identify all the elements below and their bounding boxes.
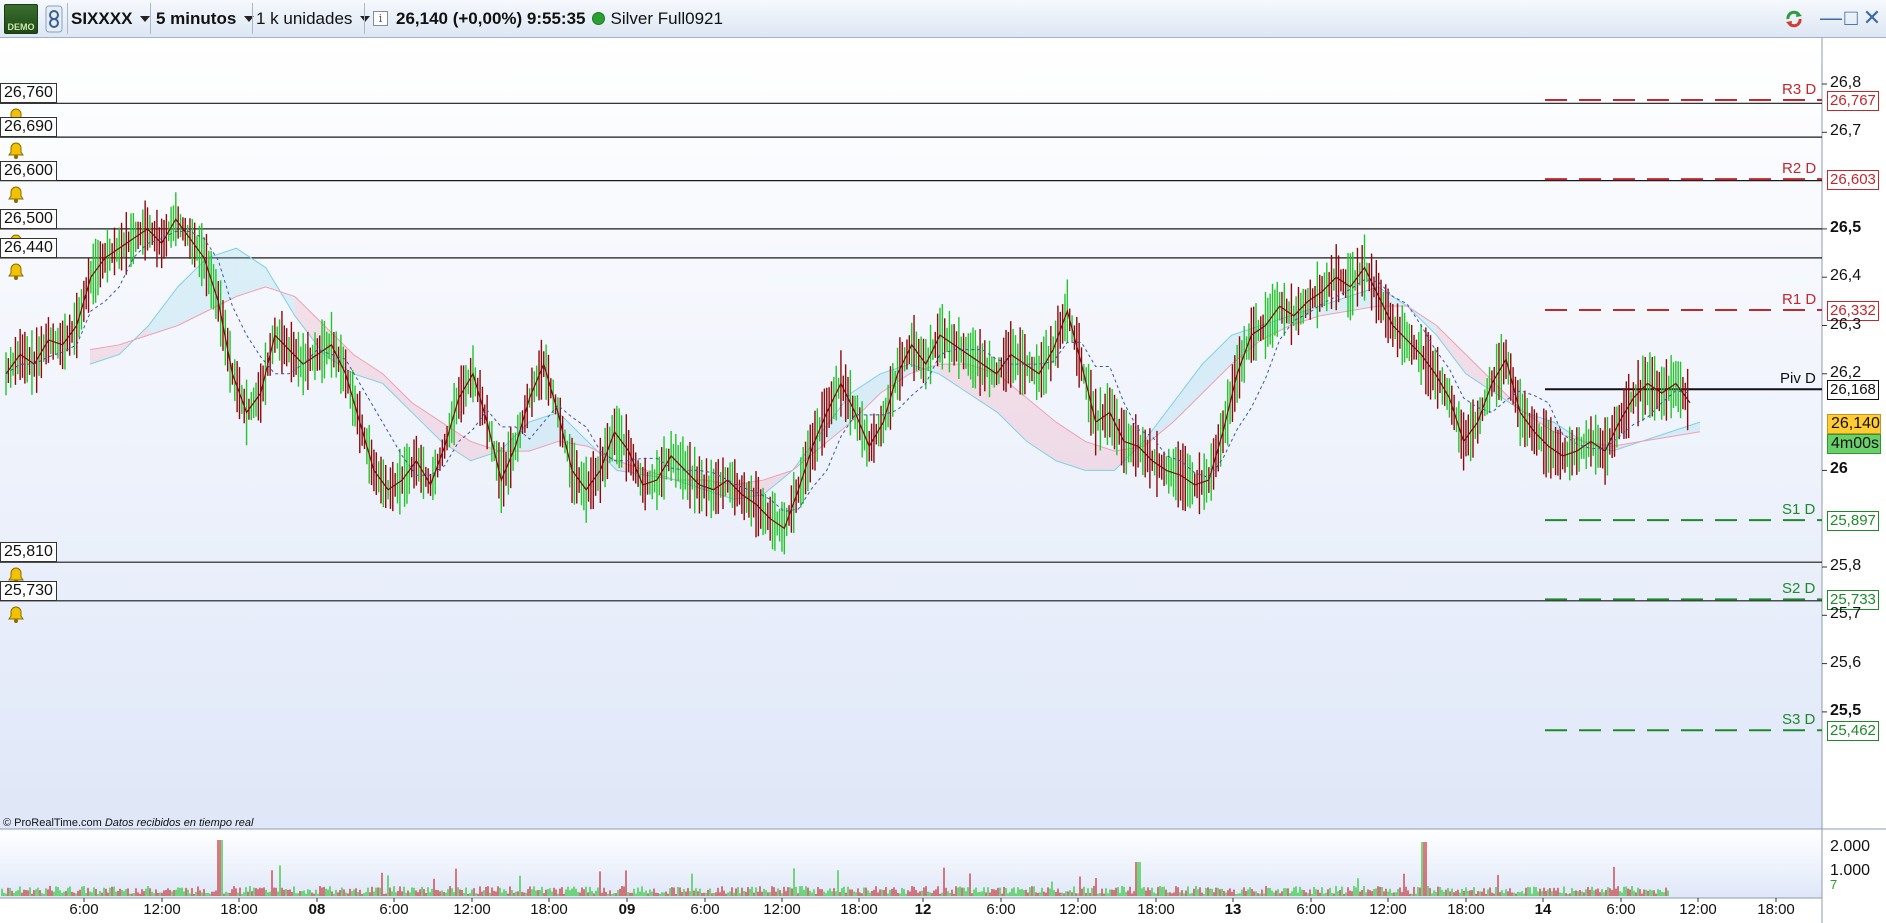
- pivot-value-label: 25,897: [1827, 511, 1879, 532]
- pivot-value-label: 26,603: [1827, 170, 1879, 191]
- y-axis-tick-label: 26,3: [1830, 315, 1862, 333]
- x-axis-tick-label: 6:00: [986, 901, 1016, 918]
- volume-background: [0, 830, 1822, 898]
- y-axis-tick-label: 26: [1830, 460, 1848, 478]
- x-axis-tick-label: 12:00: [763, 901, 801, 918]
- alert-bell-icon[interactable]: [5, 139, 27, 161]
- link-icon[interactable]: [44, 5, 64, 33]
- chevron-down-icon: [360, 15, 371, 22]
- timeframe-label: 5 minutos: [156, 8, 237, 28]
- units-selector[interactable]: 1 k unidades: [256, 3, 371, 34]
- pivot-name-label: S1 D: [1782, 501, 1816, 519]
- pivot-name-label: R3 D: [1782, 80, 1817, 98]
- alert-price-label[interactable]: 26,440: [0, 237, 57, 258]
- x-axis-tick-label: 18:00: [840, 901, 878, 918]
- y-axis-tick-label: 26,5: [1830, 218, 1862, 236]
- toolbar-separator: [67, 3, 68, 34]
- account-name: Silver Full0921: [610, 8, 723, 28]
- chevron-down-icon: [140, 15, 151, 22]
- alert-price-label[interactable]: 25,730: [0, 580, 57, 601]
- pivot-name-label: R2 D: [1782, 160, 1817, 178]
- alert-bell-icon[interactable]: [5, 603, 27, 625]
- minimize-icon[interactable]: —: [1820, 7, 1842, 30]
- x-axis-tick-label: 12:00: [1369, 901, 1407, 918]
- alert-price-label[interactable]: 26,760: [0, 83, 57, 104]
- x-axis-tick-label: 12:00: [1679, 901, 1717, 918]
- x-axis-tick-label: 13: [1224, 901, 1242, 918]
- pivot-name-label: S2 D: [1782, 580, 1816, 598]
- y-axis-tick-label: 25,8: [1830, 557, 1862, 574]
- x-axis-tick-label: 6:00: [690, 901, 720, 918]
- x-axis-tick-label: 18:00: [530, 901, 568, 918]
- x-axis-tick-label: 12:00: [453, 901, 491, 918]
- x-axis-tick-label: 6:00: [69, 901, 99, 918]
- credit-text: © ProRealTime.com Datos recibidos en tie…: [3, 817, 253, 829]
- alert-price-label[interactable]: 26,690: [0, 117, 57, 138]
- current-price-tag: 26,140: [1827, 414, 1881, 434]
- x-axis-tick-label: 6:00: [379, 901, 409, 918]
- y-axis-tick-label: 26,8: [1830, 74, 1862, 91]
- alert-price-label[interactable]: 26,600: [0, 160, 57, 181]
- x-axis-tick-label: 09: [618, 901, 636, 918]
- pivot-value-label: 26,168: [1827, 380, 1879, 401]
- y-axis-tick-label: 25,6: [1830, 653, 1862, 671]
- alert-price-label[interactable]: 26,500: [0, 208, 57, 229]
- info-icon[interactable]: i: [373, 11, 388, 26]
- x-axis-tick-label: 12: [914, 901, 932, 918]
- x-axis-tick-label: 18:00: [1447, 901, 1485, 918]
- trading-chart-window: DEMO SIXXXX 5 minutos 1 k unidades i 26,…: [0, 0, 1886, 923]
- price-chart[interactable]: [0, 38, 1886, 923]
- alert-bell-icon[interactable]: [5, 260, 27, 282]
- quote-area: i 26,140 (+0,00%) 9:55:35 Silver Full092…: [373, 3, 723, 34]
- maximize-icon[interactable]: □: [1841, 7, 1861, 30]
- y-axis-tick-label: 26,4: [1830, 267, 1862, 285]
- close-icon[interactable]: ✕: [1862, 7, 1882, 30]
- x-axis-tick-label: 18:00: [1137, 901, 1175, 918]
- pivot-value-label: 26,767: [1827, 90, 1879, 111]
- units-label: 1 k unidades: [256, 8, 353, 28]
- quote-text: 26,140 (+0,00%) 9:55:35: [396, 8, 586, 28]
- pivot-name-label: S3 D: [1782, 711, 1816, 729]
- x-axis-tick-label: 12:00: [143, 901, 181, 918]
- credit-note: Datos recibidos en tiempo real: [104, 817, 254, 829]
- x-axis-tick-label: 18:00: [1757, 901, 1795, 918]
- x-axis-tick-label: 6:00: [1606, 901, 1636, 918]
- x-axis-tick-label: 6:00: [1296, 901, 1326, 918]
- y-axis-tick-label: 26,2: [1830, 363, 1862, 381]
- y-axis-tick-label: 26,7: [1830, 122, 1862, 140]
- alert-bell-icon[interactable]: [5, 183, 27, 205]
- x-axis-tick-label: 08: [308, 901, 326, 918]
- instrument-selector[interactable]: SIXXXX: [71, 3, 151, 34]
- x-axis-tick-label: 18:00: [220, 901, 258, 918]
- pivot-name-label: Piv D: [1780, 370, 1816, 388]
- chart-toolbar: DEMO SIXXXX 5 minutos 1 k unidades i 26,…: [0, 0, 1886, 38]
- alert-price-label[interactable]: 25,810: [0, 542, 57, 563]
- x-axis-tick-label: 12:00: [1059, 901, 1097, 918]
- bar-timer-tag: 4m00s: [1827, 434, 1881, 454]
- toolbar-separator: [150, 3, 151, 34]
- y-axis-tick-label: 25,5: [1830, 701, 1862, 719]
- y-axis-tick-label: 25,7: [1830, 605, 1862, 623]
- credit-brand: © ProRealTime.com: [3, 817, 102, 829]
- instrument-name: SIXXXX: [71, 8, 133, 28]
- toolbar-separator: [364, 3, 365, 34]
- pivot-value-label: 25,462: [1827, 721, 1879, 742]
- volume-axis-label: 2.000: [1830, 838, 1871, 855]
- live-status-dot-icon: [591, 12, 605, 25]
- demo-logo-icon: DEMO: [4, 4, 38, 34]
- pivot-name-label: R1 D: [1782, 291, 1817, 309]
- toolbar-separator: [252, 3, 253, 34]
- timeframe-selector[interactable]: 5 minutos: [156, 3, 255, 34]
- refresh-icon[interactable]: [1784, 8, 1804, 30]
- volume-axis-small-label: 7: [1830, 877, 1838, 892]
- x-axis-tick-label: 14: [1534, 901, 1552, 918]
